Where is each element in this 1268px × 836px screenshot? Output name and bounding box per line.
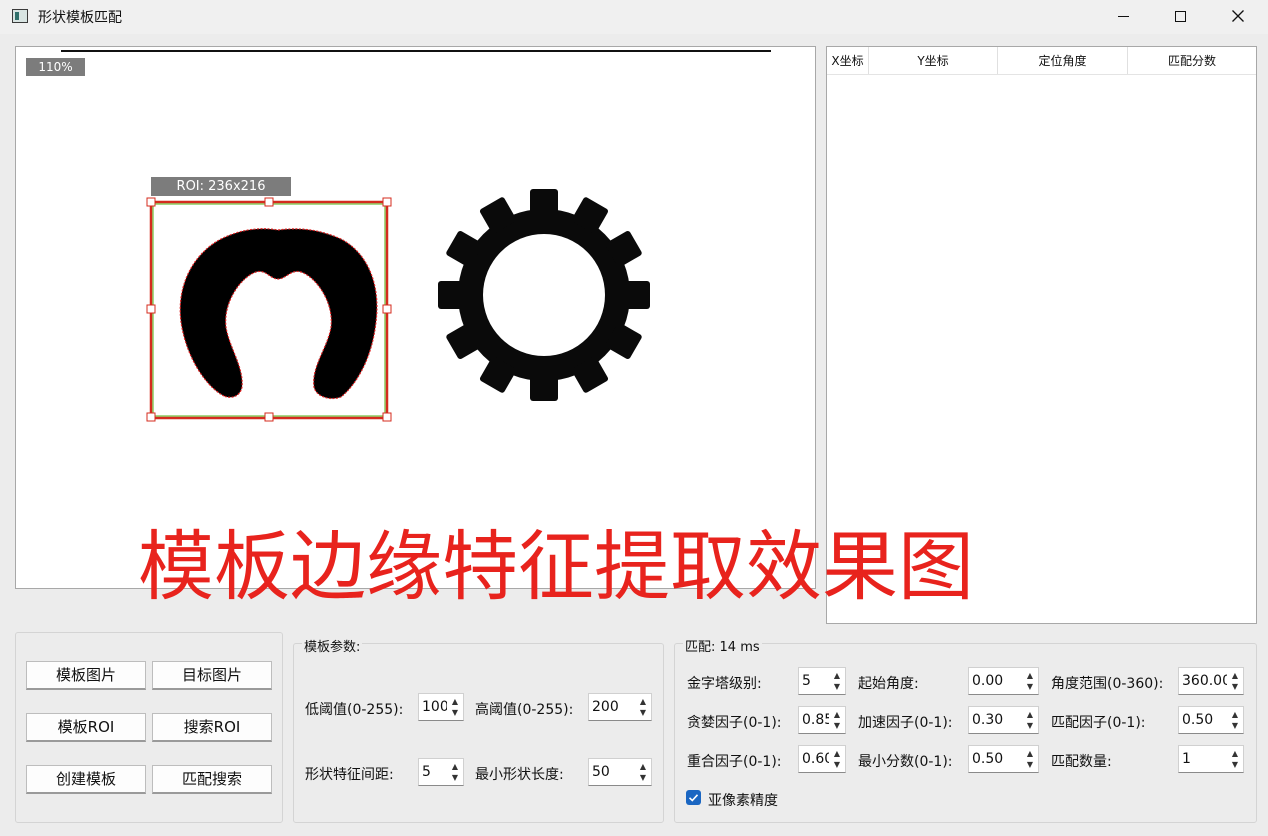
high-threshold-label: 高阈值(0-255): — [475, 702, 574, 718]
pyramid-input[interactable] — [799, 668, 829, 694]
accel-input[interactable] — [969, 707, 1022, 733]
maximize-button[interactable] — [1151, 0, 1209, 32]
min-shape-length-input[interactable] — [589, 759, 635, 785]
feature-spacing-input[interactable] — [419, 759, 447, 785]
table-header: X坐标 Y坐标 定位角度 匹配分数 — [827, 47, 1256, 75]
spin-up-icon[interactable]: ▲ — [830, 748, 844, 759]
low-threshold-label: 低阈值(0-255): — [305, 702, 404, 718]
spin-up-icon[interactable]: ▲ — [1023, 748, 1037, 759]
overlap-spinbox[interactable]: ▲▼ — [798, 745, 846, 773]
overlap-input[interactable] — [799, 746, 829, 772]
spin-up-icon[interactable]: ▲ — [1228, 670, 1242, 681]
checkmark-icon — [688, 794, 699, 802]
gear-shape — [438, 189, 650, 401]
create-template-button[interactable]: 创建模板 — [26, 765, 146, 794]
template-roi-button[interactable]: 模板ROI — [26, 713, 146, 742]
low-threshold-input[interactable] — [419, 694, 447, 720]
subpixel-label[interactable]: 亚像素精度 — [708, 790, 778, 810]
spin-down-icon[interactable]: ▼ — [1023, 681, 1037, 692]
pyramid-label: 金字塔级别: — [687, 676, 762, 692]
spin-down-icon[interactable]: ▼ — [636, 707, 650, 718]
spin-down-icon[interactable]: ▼ — [448, 772, 462, 783]
spin-up-icon[interactable]: ▲ — [636, 696, 650, 707]
min-score-input[interactable] — [969, 746, 1022, 772]
greedy-label: 贪婪因子(0-1): — [687, 715, 782, 731]
column-header-y[interactable]: Y坐标 — [869, 47, 998, 74]
spin-up-icon[interactable]: ▲ — [830, 670, 844, 681]
spin-up-icon[interactable]: ▲ — [636, 761, 650, 772]
spin-down-icon[interactable]: ▼ — [1228, 759, 1242, 770]
spin-up-icon[interactable]: ▲ — [448, 761, 462, 772]
roi-size-label: ROI: 236x216 — [151, 177, 291, 196]
high-threshold-input[interactable] — [589, 694, 635, 720]
accel-label: 加速因子(0-1): — [858, 715, 953, 731]
maximize-icon — [1174, 10, 1186, 22]
close-icon — [1232, 10, 1244, 22]
subpixel-checkbox[interactable] — [686, 790, 701, 805]
template-params-group: 模板参数: 低阈值(0-255): ▲▼ 高阈值(0-255): ▲▼ 形状特征… — [293, 636, 664, 823]
match-params-title: 匹配: 14 ms — [683, 636, 762, 655]
spin-down-icon[interactable]: ▼ — [1228, 720, 1242, 731]
spin-down-icon[interactable]: ▼ — [830, 720, 844, 731]
min-score-spinbox[interactable]: ▲▼ — [968, 745, 1039, 773]
window-title: 形状模板匹配 — [38, 10, 122, 26]
match-time: 14 ms — [719, 640, 760, 655]
title-bar[interactable]: 形状模板匹配 — [0, 0, 1268, 34]
spin-up-icon[interactable]: ▲ — [830, 709, 844, 720]
minimize-button[interactable] — [1094, 0, 1152, 32]
spin-down-icon[interactable]: ▼ — [448, 707, 462, 718]
match-title-label: 匹配: — [685, 640, 716, 655]
angle-range-spinbox[interactable]: ▲▼ — [1178, 667, 1244, 695]
match-count-label: 匹配数量: — [1051, 754, 1112, 770]
spin-up-icon[interactable]: ▲ — [1228, 709, 1242, 720]
match-params-group: 匹配: 14 ms 金字塔级别: ▲▼ 起始角度: ▲▼ 角度范围(0-360)… — [674, 636, 1257, 823]
overlap-label: 重合因子(0-1): — [687, 754, 782, 770]
spin-up-icon[interactable]: ▲ — [1228, 748, 1242, 759]
min-shape-length-spinbox[interactable]: ▲▼ — [588, 758, 652, 786]
match-count-input[interactable] — [1179, 746, 1227, 772]
column-header-angle[interactable]: 定位角度 — [998, 47, 1128, 74]
app-icon — [12, 9, 28, 23]
start-angle-input[interactable] — [969, 668, 1022, 694]
template-params-title: 模板参数: — [302, 636, 363, 655]
high-threshold-spinbox[interactable]: ▲▼ — [588, 693, 652, 721]
angle-range-label: 角度范围(0-360): — [1051, 676, 1164, 692]
start-angle-spinbox[interactable]: ▲▼ — [968, 667, 1039, 695]
match-count-spinbox[interactable]: ▲▼ — [1178, 745, 1244, 773]
min-shape-length-label: 最小形状长度: — [475, 767, 564, 783]
feature-spacing-label: 形状特征间距: — [305, 767, 394, 783]
close-button[interactable] — [1209, 0, 1267, 32]
low-threshold-spinbox[interactable]: ▲▼ — [418, 693, 464, 721]
spin-up-icon[interactable]: ▲ — [448, 696, 462, 707]
min-score-label: 最小分数(0-1): — [858, 754, 953, 770]
match-factor-input[interactable] — [1179, 707, 1227, 733]
match-search-button[interactable]: 匹配搜索 — [152, 765, 272, 794]
accel-spinbox[interactable]: ▲▼ — [968, 706, 1039, 734]
overlay-caption: 模板边缘特征提取效果图 — [138, 522, 974, 611]
spin-down-icon[interactable]: ▼ — [1228, 681, 1242, 692]
spin-down-icon[interactable]: ▼ — [636, 772, 650, 783]
spin-down-icon[interactable]: ▼ — [1023, 759, 1037, 770]
spin-down-icon[interactable]: ▼ — [830, 759, 844, 770]
spin-up-icon[interactable]: ▲ — [1023, 709, 1037, 720]
spin-down-icon[interactable]: ▼ — [1023, 720, 1037, 731]
search-roi-button[interactable]: 搜索ROI — [152, 713, 272, 742]
column-header-x[interactable]: X坐标 — [827, 47, 869, 74]
match-factor-spinbox[interactable]: ▲▼ — [1178, 706, 1244, 734]
feature-spacing-spinbox[interactable]: ▲▼ — [418, 758, 464, 786]
buttons-group: 模板图片 目标图片 模板ROI 搜索ROI 创建模板 匹配搜索 — [15, 632, 283, 823]
greedy-input[interactable] — [799, 707, 829, 733]
start-angle-label: 起始角度: — [858, 676, 919, 692]
circlip-shape — [179, 228, 378, 400]
spin-up-icon[interactable]: ▲ — [1023, 670, 1037, 681]
angle-range-input[interactable] — [1179, 668, 1227, 694]
pyramid-spinbox[interactable]: ▲▼ — [798, 667, 846, 695]
greedy-spinbox[interactable]: ▲▼ — [798, 706, 846, 734]
spin-down-icon[interactable]: ▼ — [830, 681, 844, 692]
match-factor-label: 匹配因子(0-1): — [1051, 715, 1146, 731]
target-image-button[interactable]: 目标图片 — [152, 661, 272, 690]
minimize-icon — [1117, 15, 1129, 17]
column-header-score[interactable]: 匹配分数 — [1128, 47, 1256, 74]
template-image-button[interactable]: 模板图片 — [26, 661, 146, 690]
